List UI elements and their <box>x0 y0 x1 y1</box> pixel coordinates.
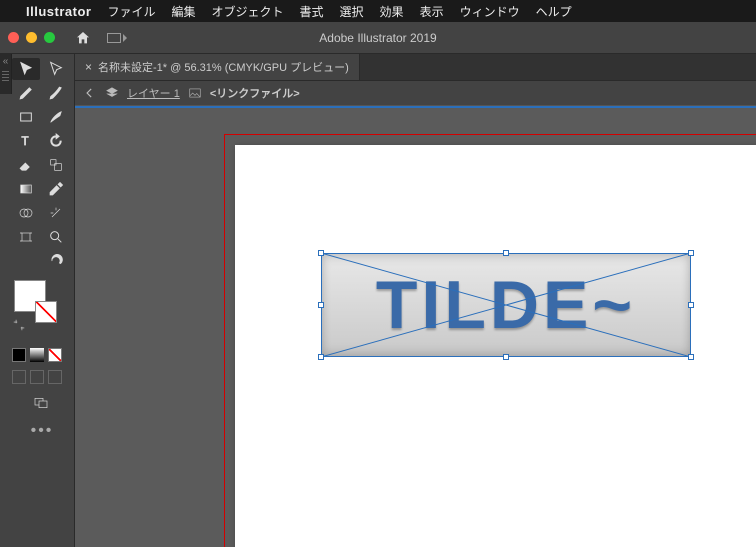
eraser-tool[interactable] <box>12 154 40 176</box>
handle-mid-right[interactable] <box>688 302 694 308</box>
menu-type[interactable]: 書式 <box>300 3 324 20</box>
cycle-tool[interactable] <box>42 250 70 272</box>
draw-behind[interactable] <box>30 370 44 384</box>
scale-tool[interactable] <box>42 154 70 176</box>
menu-file[interactable]: ファイル <box>107 3 155 20</box>
gradient-mode[interactable] <box>30 348 44 362</box>
ruler-edge <box>75 106 756 108</box>
direct-selection-tool[interactable] <box>42 58 70 80</box>
color-mode-row <box>12 348 72 362</box>
eyedropper-tool[interactable] <box>42 178 70 200</box>
svg-text:T: T <box>21 134 29 148</box>
tools-panel: T <box>0 54 75 547</box>
change-screen-mode[interactable] <box>12 392 70 414</box>
menu-object[interactable]: オブジェクト <box>212 3 284 20</box>
back-arrow-icon[interactable] <box>83 86 97 100</box>
menu-effect[interactable]: 効果 <box>380 3 404 20</box>
handle-top-right[interactable] <box>688 250 694 256</box>
link-diagonals <box>321 253 691 357</box>
selection-tool[interactable] <box>12 58 40 80</box>
handle-top-left[interactable] <box>318 250 324 256</box>
screen-modes <box>12 370 72 384</box>
artboard[interactable]: TILDE~ <box>235 145 756 547</box>
document-tab-label: 名称未設定-1* @ 56.31% (CMYK/GPU プレビュー) <box>98 59 349 75</box>
handle-mid-left[interactable] <box>318 302 324 308</box>
rectangle-tool[interactable] <box>12 106 40 128</box>
fill-swatch[interactable] <box>14 280 46 312</box>
draw-normal[interactable] <box>12 370 26 384</box>
workspace: × 名称未設定-1* @ 56.31% (CMYK/GPU プレビュー) レイヤ… <box>75 54 756 547</box>
draw-inside[interactable] <box>48 370 62 384</box>
menu-view[interactable]: 表示 <box>420 3 444 20</box>
window-controls <box>8 32 55 43</box>
stroke-swatch[interactable] <box>35 301 57 323</box>
rotate-tool[interactable] <box>42 130 70 152</box>
menu-select[interactable]: 選択 <box>340 3 364 20</box>
color-fill-mode[interactable] <box>12 348 26 362</box>
curvature-tool[interactable] <box>42 82 70 104</box>
control-bar: レイヤー 1 <リンクファイル> <box>75 80 756 106</box>
symbol-sprayer-tool[interactable] <box>42 202 70 224</box>
artboard-tool[interactable] <box>12 226 40 248</box>
swap-fill-stroke[interactable] <box>12 318 26 332</box>
edit-toolbar[interactable]: ••• <box>12 422 72 440</box>
none-mode[interactable] <box>48 348 62 362</box>
paintbrush-tool[interactable] <box>42 106 70 128</box>
layer-name[interactable]: レイヤー 1 <box>127 85 180 101</box>
macos-menubar: Illustrator ファイル 編集 オブジェクト 書式 選択 効果 表示 ウ… <box>0 0 756 22</box>
close-window[interactable] <box>8 32 19 43</box>
linked-image-icon <box>188 86 202 100</box>
handle-bot-mid[interactable] <box>503 354 509 360</box>
arrange-documents[interactable] <box>107 33 127 43</box>
maximize-window[interactable] <box>44 32 55 43</box>
placed-linked-image[interactable]: TILDE~ <box>321 253 691 357</box>
app-name[interactable]: Illustrator <box>26 4 91 19</box>
close-tab-icon[interactable]: × <box>85 60 92 74</box>
gradient-tool[interactable] <box>12 178 40 200</box>
minimize-window[interactable] <box>26 32 37 43</box>
shape-builder-tool[interactable] <box>12 202 40 224</box>
document-tab[interactable]: × 名称未設定-1* @ 56.31% (CMYK/GPU プレビュー) <box>75 54 360 80</box>
layers-icon[interactable] <box>105 86 119 100</box>
handle-bot-right[interactable] <box>688 354 694 360</box>
link-file-label[interactable]: <リンクファイル> <box>210 85 300 101</box>
zoom-tool[interactable] <box>42 226 70 248</box>
menu-edit[interactable]: 編集 <box>171 3 195 20</box>
menu-window[interactable]: ウィンドウ <box>460 3 520 20</box>
collapsed-panel-strip[interactable] <box>0 54 12 94</box>
handle-bot-left[interactable] <box>318 354 324 360</box>
app-topbar: Adobe Illustrator 2019 <box>0 22 756 54</box>
canvas[interactable]: TILDE~ <box>75 106 756 547</box>
type-tool[interactable]: T <box>12 130 40 152</box>
document-tabs: × 名称未設定-1* @ 56.31% (CMYK/GPU プレビュー) <box>75 54 756 80</box>
pen-tool[interactable] <box>12 82 40 104</box>
handle-top-mid[interactable] <box>503 250 509 256</box>
menu-help[interactable]: ヘルプ <box>536 3 572 20</box>
home-icon[interactable] <box>75 30 91 46</box>
